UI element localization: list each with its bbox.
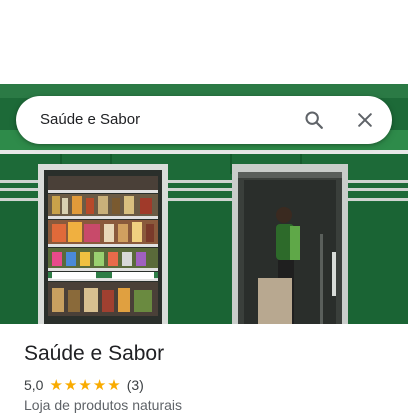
star-icon: ★ [49, 376, 63, 394]
star-icon: ★ [63, 376, 78, 394]
place-category: Loja de produtos naturais [24, 397, 182, 413]
search-button[interactable] [296, 102, 332, 138]
search-input[interactable]: Saúde e Sabor [40, 96, 140, 144]
search-icon [305, 111, 323, 129]
star-icon: ★ [92, 376, 107, 394]
place-info-panel[interactable]: Saúde e Sabor 5,0 ★ ★ ★ ★ ★ (3) Loja de … [0, 324, 408, 413]
search-bar[interactable]: Saúde e Sabor [16, 96, 392, 144]
star-icon: ★ [107, 376, 121, 394]
close-icon [358, 113, 372, 127]
rating-row[interactable]: 5,0 ★ ★ ★ ★ ★ (3) [24, 376, 144, 394]
rating-value: 5,0 [24, 377, 44, 393]
close-button[interactable] [347, 102, 383, 138]
place-name: Saúde e Sabor [24, 342, 165, 365]
star-icon: ★ [78, 376, 92, 394]
star-rating: ★ ★ ★ ★ ★ [49, 378, 121, 393]
review-count[interactable]: (3) [127, 377, 144, 393]
